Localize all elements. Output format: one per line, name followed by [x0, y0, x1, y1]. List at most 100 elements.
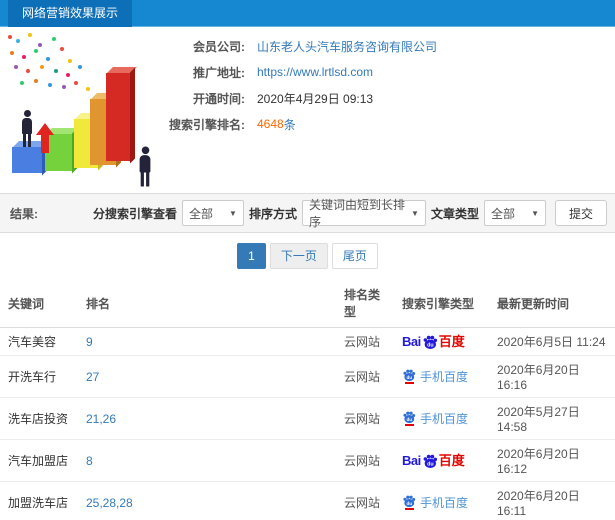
open-time-label: 开通时间:	[193, 91, 245, 106]
rank-link[interactable]: 27	[78, 355, 336, 398]
baidu-paw-icon: du	[423, 335, 437, 349]
results-table-body: 汽车美容 9 云网站 Bai du 百度 2020年6月5日 11:24 开洗车…	[0, 327, 615, 520]
article-type-select[interactable]: 全部 ▼	[483, 200, 546, 226]
table-row: 洗车店投资 21,26 云网站 du 手机百度 2020年5月27日 14:58	[0, 397, 615, 440]
filter-controls: 分搜索引擎查看 全部 ▼ 排序方式 关键词由短到长排序 ▼ 文章类型 全部 ▼ …	[92, 198, 607, 229]
updated-time-cell: 2020年6月20日 16:16	[489, 355, 615, 398]
rank-link[interactable]: 25,28,28	[78, 481, 336, 520]
engine-type-cell: Bai du 百度	[394, 439, 489, 482]
keyword-cell: 汽车美容	[0, 327, 78, 356]
baidu-logo: Bai du 百度	[402, 453, 465, 469]
illustration-bar-blue	[12, 141, 49, 176]
engine-type-cell: du 手机百度	[394, 397, 489, 440]
rank-type-cell: 云网站	[336, 327, 394, 356]
table-row: 开洗车行 27 云网站 du 手机百度 2020年6月20日 16:16	[0, 355, 615, 398]
table-header: 关键词 排名 排名类型 搜索引擎类型 最新更新时间	[0, 279, 615, 328]
keyword-cell: 加盟洗车店	[0, 481, 78, 520]
keyword-ranking-table: 关键词 排名 排名类型 搜索引擎类型 最新更新时间 汽车美容 9 云网站 Bai…	[0, 279, 615, 520]
rank-type-cell: 云网站	[336, 439, 394, 482]
company-name-link[interactable]: 山东老人头汽车服务咨询有限公司	[257, 38, 437, 55]
rank-type-cell: 云网站	[336, 397, 394, 440]
updated-time-cell: 2020年6月5日 11:24	[489, 327, 615, 356]
ranking-count-unit[interactable]: 条	[284, 116, 296, 133]
updated-time-cell: 2020年6月20日 16:11	[489, 481, 615, 520]
baidu-paw-icon: du	[423, 454, 437, 468]
rank-link[interactable]: 9	[78, 327, 336, 356]
table-row: 加盟洗车店 25,28,28 云网站 du 手机百度 2020年6月20日 16…	[0, 481, 615, 520]
keyword-cell: 汽车加盟店	[0, 439, 78, 482]
rank-type-cell: 云网站	[336, 481, 394, 520]
table-row: 汽车美容 9 云网站 Bai du 百度 2020年6月5日 11:24	[0, 327, 615, 356]
mobile-baidu-text: 手机百度	[420, 495, 469, 510]
header-rank-type: 排名类型	[336, 279, 394, 328]
open-time-value: 2020年4月29日 09:13	[257, 91, 374, 106]
chevron-down-icon: ▼	[531, 208, 539, 218]
baidu-paw-icon: du	[402, 494, 416, 511]
engine-type-cell: du 手机百度	[394, 481, 489, 520]
submit-button[interactable]: 提交	[554, 200, 607, 226]
header-tab[interactable]: 网络营销效果展示	[8, 0, 133, 27]
page-title: 网络营销效果展示	[22, 6, 119, 20]
baidu-logo-cn-text: 百度	[438, 452, 465, 468]
header-keyword: 关键词	[0, 279, 78, 328]
info-row-company: 会员公司: 山东老人头汽车服务咨询有限公司	[0, 33, 470, 59]
article-type-label: 文章类型	[430, 206, 479, 221]
filter-bar: 结果: 分搜索引擎查看 全部 ▼ 排序方式 关键词由短到长排序 ▼ 文章类型 全…	[0, 193, 615, 233]
engine-filter-select[interactable]: 全部 ▼	[181, 200, 244, 226]
baidu-logo-cn-text: 百度	[438, 333, 465, 349]
ranking-count-number[interactable]: 4648	[257, 117, 284, 131]
baidu-logo-bai-text: Bai	[402, 452, 421, 468]
rank-type-cell: 云网站	[336, 355, 394, 398]
last-page-button[interactable]: 尾页	[331, 243, 378, 269]
keyword-cell: 开洗车行	[0, 355, 78, 398]
svg-text:du: du	[406, 417, 412, 422]
red-underline-decoration	[404, 508, 414, 511]
promotion-url-link[interactable]: https://www.lrtlsd.com	[257, 65, 373, 79]
promotion-url-label: 推广地址:	[193, 65, 245, 80]
info-section: 会员公司: 山东老人头汽车服务咨询有限公司 推广地址: https://www.…	[0, 27, 615, 193]
sort-order-label: 排序方式	[248, 206, 297, 221]
red-underline-decoration	[404, 382, 414, 385]
info-row-url: 推广地址: https://www.lrtlsd.com	[0, 59, 470, 85]
company-info-panel: 会员公司: 山东老人头汽车服务咨询有限公司 推广地址: https://www.…	[0, 33, 470, 137]
svg-text:du: du	[427, 342, 434, 348]
updated-time-cell: 2020年6月20日 16:12	[489, 439, 615, 482]
header-engine-type: 搜索引擎类型	[394, 279, 489, 328]
svg-text:du: du	[406, 375, 412, 380]
baidu-paw-icon: du	[402, 368, 416, 385]
engine-filter-value: 全部	[188, 206, 213, 221]
pagination: 1 下一页 尾页	[0, 233, 615, 279]
baidu-logo: Bai du 百度	[402, 334, 465, 350]
engine-type-cell: du 手机百度	[394, 355, 489, 398]
keyword-cell: 洗车店投资	[0, 397, 78, 440]
sort-order-select[interactable]: 关键词由短到长排序 ▼	[301, 198, 426, 229]
svg-text:du: du	[427, 461, 434, 467]
updated-time-cell: 2020年5月27日 14:58	[489, 397, 615, 440]
mobile-baidu-logo: du 手机百度	[402, 410, 468, 427]
info-row-open-time: 开通时间: 2020年4月29日 09:13	[0, 85, 470, 111]
baidu-paw-icon: du	[402, 410, 416, 427]
mobile-baidu-text: 手机百度	[420, 369, 469, 384]
svg-text:du: du	[406, 501, 412, 506]
table-row: 汽车加盟店 8 云网站 Bai du 百度 2020年6月20日 16:12	[0, 439, 615, 482]
page-1-button[interactable]: 1	[237, 243, 266, 269]
result-label: 结果:	[10, 206, 38, 221]
mobile-baidu-logo: du 手机百度	[402, 368, 468, 385]
header-rank: 排名	[78, 279, 336, 328]
next-page-button[interactable]: 下一页	[269, 243, 328, 269]
header-updated-time: 最新更新时间	[489, 279, 615, 328]
baidu-logo-bai-text: Bai	[402, 333, 421, 349]
ranking-count-label: 搜索引擎排名:	[169, 117, 245, 132]
chevron-down-icon: ▼	[411, 208, 419, 218]
rank-link[interactable]: 8	[78, 439, 336, 482]
company-label: 会员公司:	[193, 39, 245, 54]
rank-link[interactable]: 21,26	[78, 397, 336, 440]
info-row-ranking-count: 搜索引擎排名: 4648 条	[0, 111, 470, 137]
engine-filter-label: 分搜索引擎查看	[92, 206, 177, 221]
chevron-down-icon: ▼	[229, 208, 237, 218]
sort-order-value: 关键词由短到长排序	[308, 198, 405, 229]
article-type-value: 全部	[490, 206, 515, 221]
mobile-baidu-text: 手机百度	[420, 411, 469, 426]
red-underline-decoration	[404, 424, 414, 427]
businessman-figure-right	[137, 146, 152, 187]
